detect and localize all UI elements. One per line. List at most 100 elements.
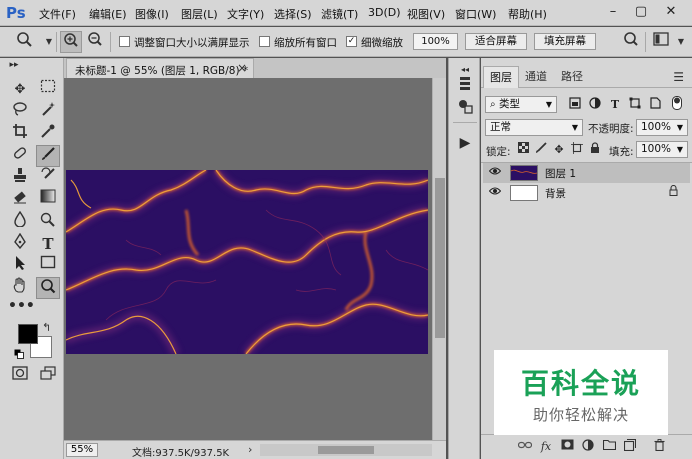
eraser-tool-icon[interactable] — [8, 189, 32, 211]
menu-type[interactable]: 文字(Y) — [227, 6, 264, 22]
lock-artboard-icon[interactable] — [569, 142, 585, 158]
menu-help[interactable]: 帮助(H) — [508, 6, 547, 22]
marquee-tool-icon[interactable] — [36, 79, 60, 101]
lock-label: 锁定: — [486, 146, 511, 158]
zoom-level-field[interactable]: 55% — [66, 443, 98, 457]
quick-mask-icon[interactable] — [8, 366, 32, 388]
gradient-tool-icon[interactable] — [36, 189, 60, 211]
fit-screen-button[interactable]: 适合屏幕 — [465, 33, 527, 50]
pen-tool-icon[interactable] — [8, 232, 32, 255]
menu-image[interactable]: 图像(I) — [135, 6, 169, 22]
horizontal-scrollbar[interactable] — [260, 444, 432, 456]
document-tab[interactable]: 未标题-1 @ 55% (图层 1, RGB/8) * × — [66, 58, 254, 78]
menu-layer[interactable]: 图层(L) — [181, 6, 218, 22]
fill-screen-button[interactable]: 填充屏幕 — [534, 33, 596, 50]
visibility-eye-icon[interactable] — [488, 186, 502, 199]
document-artwork[interactable] — [66, 170, 428, 354]
filter-pixel-icon[interactable] — [567, 97, 583, 113]
lock-position-icon[interactable]: ✥ — [551, 142, 567, 158]
rectangle-tool-icon[interactable] — [36, 255, 60, 277]
maximize-button[interactable]: ▢ — [628, 3, 654, 21]
menu-filter[interactable]: 滤镜(T) — [321, 6, 358, 22]
filter-type-icon[interactable]: T — [607, 97, 623, 113]
zoom-tool-icon[interactable] — [36, 277, 60, 299]
link-layers-icon[interactable] — [517, 439, 533, 455]
magic-wand-tool-icon[interactable] — [36, 101, 60, 123]
lasso-tool-icon[interactable] — [8, 101, 32, 123]
healing-brush-tool-icon[interactable] — [8, 145, 32, 167]
dodge-tool-icon[interactable] — [36, 211, 60, 233]
add-mask-icon[interactable] — [559, 439, 575, 455]
lock-transparent-pixels-icon[interactable] — [515, 142, 531, 158]
search-icon[interactable] — [620, 31, 642, 53]
more-tools-icon[interactable]: ••• — [8, 298, 35, 320]
workspace-icon[interactable] — [650, 31, 672, 53]
foreground-color-swatch-front[interactable] — [18, 324, 38, 344]
path-selection-tool-icon[interactable] — [8, 255, 32, 277]
vertical-scroll-thumb[interactable] — [435, 178, 445, 338]
history-brush-tool-icon[interactable] — [36, 167, 60, 189]
close-document-icon[interactable]: × — [237, 61, 247, 75]
blend-mode-select[interactable]: 正常 ▼ — [485, 119, 583, 136]
zoom-in-icon[interactable] — [60, 31, 82, 53]
layer-row-layer1[interactable]: 图层 1 — [483, 163, 690, 183]
tab-layers[interactable]: 图层 — [483, 66, 519, 88]
canvas-area[interactable] — [64, 78, 432, 440]
type-tool-icon[interactable]: T — [36, 233, 60, 255]
menu-3d[interactable]: 3D(D) — [368, 6, 401, 19]
layer-style-fx-icon[interactable]: fx — [538, 439, 554, 455]
brush-tool-icon[interactable] — [36, 145, 60, 167]
eyedropper-tool-icon[interactable] — [36, 123, 60, 145]
default-colors-icon[interactable] — [14, 349, 24, 359]
clone-stamp-tool-icon[interactable] — [8, 167, 32, 189]
panel-menu-icon[interactable]: ☰ — [673, 70, 684, 84]
chevron-down-icon: ▼ — [571, 123, 578, 132]
collapsed-panel-dock: ◂◂ ▶ — [448, 58, 480, 459]
hand-tool-icon[interactable] — [8, 277, 32, 299]
watermark-logo: 百科全说 助你轻松解决 — [494, 350, 668, 435]
tab-paths[interactable]: 路径 — [555, 66, 589, 88]
horizontal-scroll-thumb[interactable] — [318, 446, 374, 454]
tab-channels[interactable]: 通道 — [519, 66, 553, 88]
minimize-button[interactable]: – — [600, 3, 626, 21]
properties-panel-icon[interactable] — [455, 98, 475, 118]
layer-filter-select[interactable]: ⌕ 类型 ▼ — [485, 96, 557, 113]
new-group-icon[interactable] — [601, 439, 617, 455]
screen-mode-icon[interactable] — [36, 366, 60, 388]
opacity-field[interactable]: 100% ▼ — [636, 119, 688, 136]
blur-tool-icon[interactable] — [8, 210, 32, 233]
workspace-dropdown-icon[interactable]: ▼ — [670, 31, 692, 53]
fill-field[interactable]: 100% ▼ — [636, 141, 688, 158]
menu-select[interactable]: 选择(S) — [274, 6, 312, 22]
filter-toggle-icon[interactable] — [669, 96, 685, 112]
crop-tool-icon[interactable] — [8, 123, 32, 145]
new-layer-icon[interactable] — [622, 438, 638, 455]
filter-shape-icon[interactable] — [627, 97, 643, 113]
menu-edit[interactable]: 编辑(E) — [89, 6, 127, 22]
delete-layer-icon[interactable] — [651, 439, 667, 455]
vertical-scrollbar[interactable] — [432, 78, 446, 440]
zoom-all-windows-checkbox[interactable] — [259, 36, 270, 47]
new-adjustment-layer-icon[interactable] — [580, 439, 596, 455]
lock-image-pixels-icon[interactable] — [533, 142, 549, 158]
visibility-eye-icon[interactable] — [488, 166, 502, 179]
zoom-out-icon[interactable] — [84, 31, 106, 53]
lock-all-icon[interactable] — [587, 142, 603, 158]
close-window-button[interactable]: ✕ — [658, 3, 684, 21]
filter-adjustment-icon[interactable] — [587, 97, 603, 113]
zoom-tool-preset-icon[interactable] — [14, 31, 36, 53]
actions-play-icon[interactable]: ▶ — [455, 133, 475, 153]
scrubby-zoom-checkbox[interactable]: ✓ — [346, 36, 357, 47]
swap-colors-icon[interactable]: ↰ — [42, 321, 51, 334]
move-tool-icon[interactable]: ✥ — [8, 79, 32, 101]
history-panel-icon[interactable] — [455, 76, 475, 96]
resize-windows-checkbox[interactable] — [119, 36, 130, 47]
filter-smart-object-icon[interactable] — [647, 97, 663, 113]
menu-file[interactable]: 文件(F) — [39, 6, 76, 22]
layer-name: 背景 — [545, 188, 566, 200]
status-menu-arrow-icon[interactable]: › — [248, 443, 252, 456]
menu-window[interactable]: 窗口(W) — [455, 6, 496, 22]
layer-row-background[interactable]: 背景 — [483, 183, 690, 203]
zoom-percent-field[interactable]: 100% — [413, 33, 458, 50]
menu-view[interactable]: 视图(V) — [407, 6, 445, 22]
